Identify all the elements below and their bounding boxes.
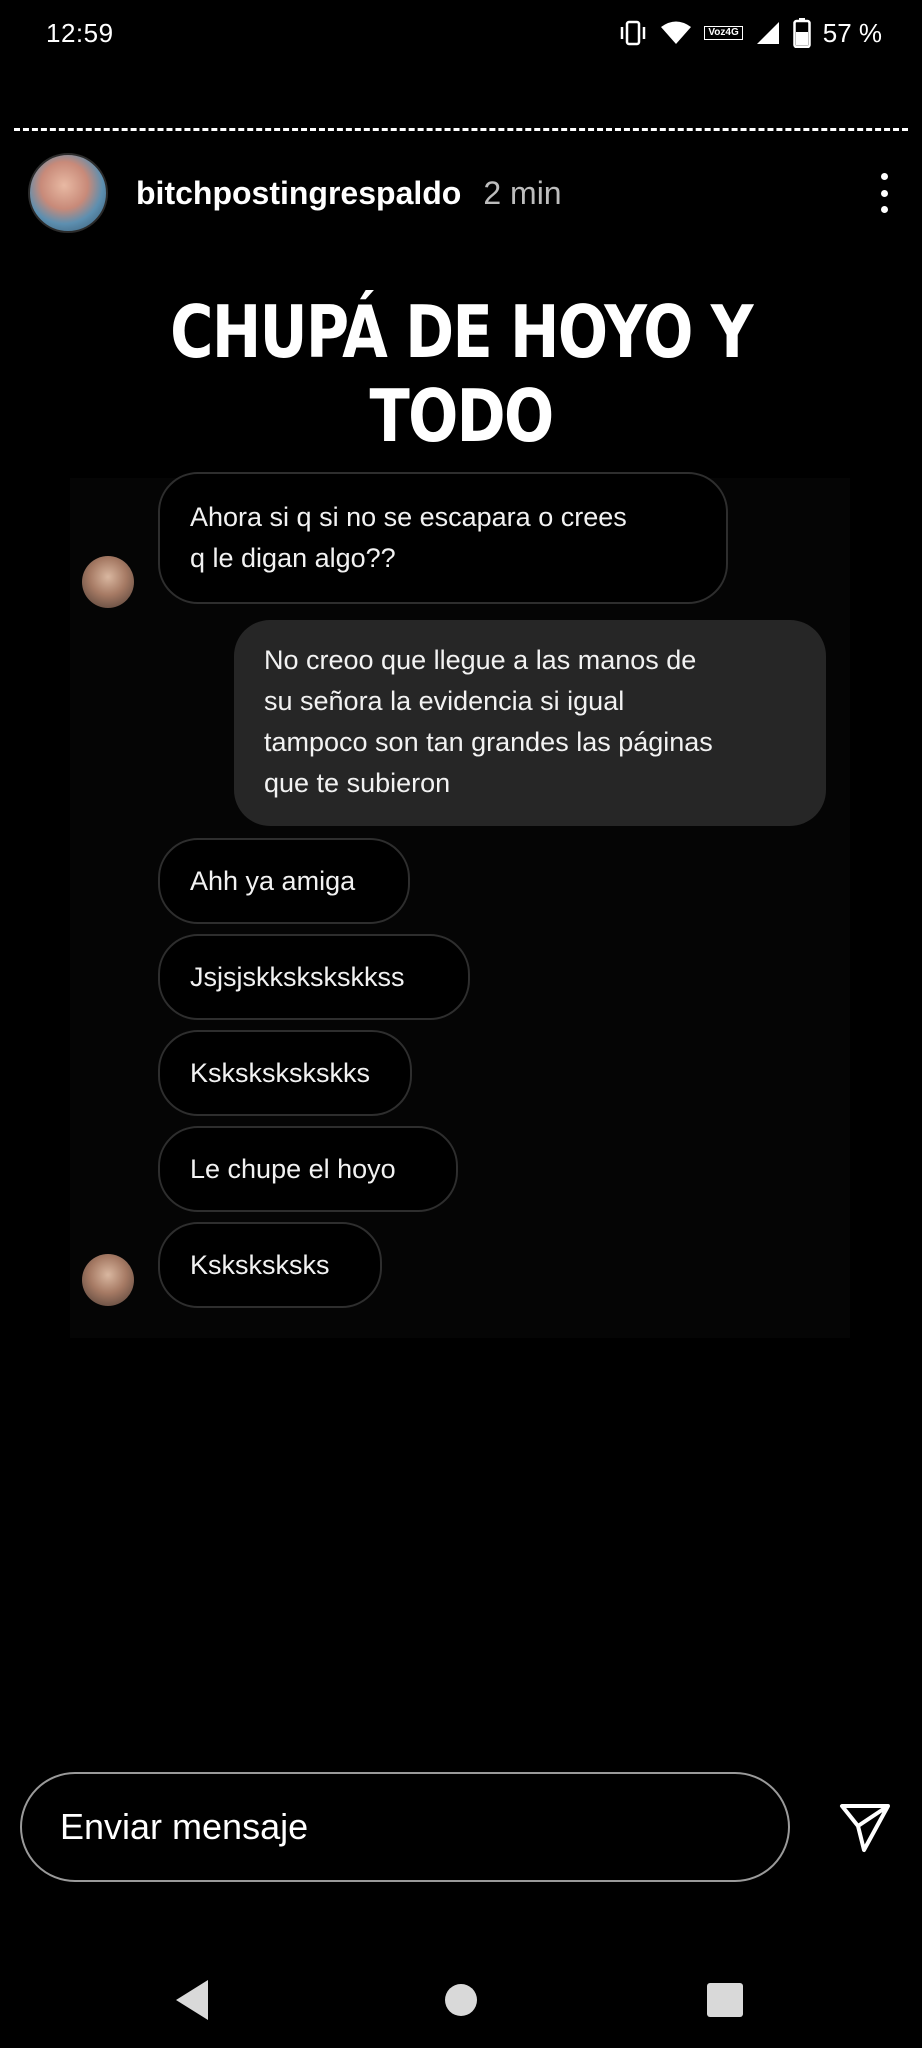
username[interactable]: bitchpostingrespaldo	[136, 175, 461, 212]
message-line: su señora la evidencia si igual	[264, 686, 625, 716]
message-bubble-incoming: Jsjsjskkskskskkss	[158, 934, 470, 1020]
recents-icon[interactable]	[706, 1982, 744, 2023]
battery-percent: 57 %	[822, 17, 882, 48]
message-text: Jsjsjskkskskskkss	[190, 961, 405, 992]
message-text: Le chupe el hoyo	[190, 1153, 396, 1184]
message-line: No creoo que llegue a las manos de	[264, 645, 697, 675]
story-headline: CHUPÁ DE HOYO Y TODO	[170, 290, 753, 458]
avatar[interactable]	[28, 153, 108, 233]
back-icon[interactable]	[172, 1978, 212, 2027]
message-text: Kskskskskskks	[190, 1057, 371, 1088]
more-vertical-icon[interactable]	[874, 173, 894, 213]
message-bubble-outgoing: No creoo que llegue a las manos de su se…	[234, 620, 826, 826]
message-bubble-incoming: Le chupe el hoyo	[158, 1126, 458, 1212]
wifi-icon	[660, 20, 692, 46]
story-header: bitchpostingrespaldo 2 min	[28, 153, 894, 233]
send-icon[interactable]	[838, 1800, 892, 1854]
battery-icon	[792, 18, 811, 48]
message-text: Ksksksksks	[190, 1249, 330, 1280]
sender-avatar	[82, 556, 134, 608]
status-time: 12:59	[46, 17, 114, 48]
dashed-divider	[14, 128, 908, 131]
message-bubble-incoming: Ksksksksks	[158, 1222, 382, 1308]
message-text: Ahora si q si no se escapara o crees	[190, 502, 627, 532]
message-bubble-incoming: Ahora si q si no se escapara o crees q l…	[158, 472, 728, 604]
home-icon[interactable]	[443, 1982, 479, 2023]
time-ago: 2 min	[483, 174, 562, 211]
network-label-bottom: 4G	[725, 27, 739, 38]
message-composer[interactable]	[20, 1772, 790, 1882]
message-text: Ahh ya amiga	[190, 865, 356, 896]
network-type-badge: Voz 4G	[704, 26, 743, 40]
message-bubble-incoming: Ahh ya amiga	[158, 838, 410, 924]
sender-avatar	[82, 1254, 134, 1306]
message-line: que te subieron	[264, 768, 451, 798]
message-text: q le digan algo??	[190, 543, 396, 573]
status-icons: Voz 4G 57 %	[618, 18, 882, 49]
message-line: tampoco son tan grandes las páginas	[264, 727, 713, 757]
network-label-top: Voz	[708, 27, 726, 38]
signal-icon	[755, 20, 781, 46]
message-input[interactable]	[58, 1805, 788, 1849]
vibrate-icon	[618, 19, 648, 47]
status-bar: 12:59 Voz 4G 57 %	[0, 0, 922, 66]
message-bubble-incoming: Kskskskskskks	[158, 1030, 412, 1116]
chat-screenshot: Ahora si q si no se escapara o crees q l…	[70, 472, 850, 1338]
